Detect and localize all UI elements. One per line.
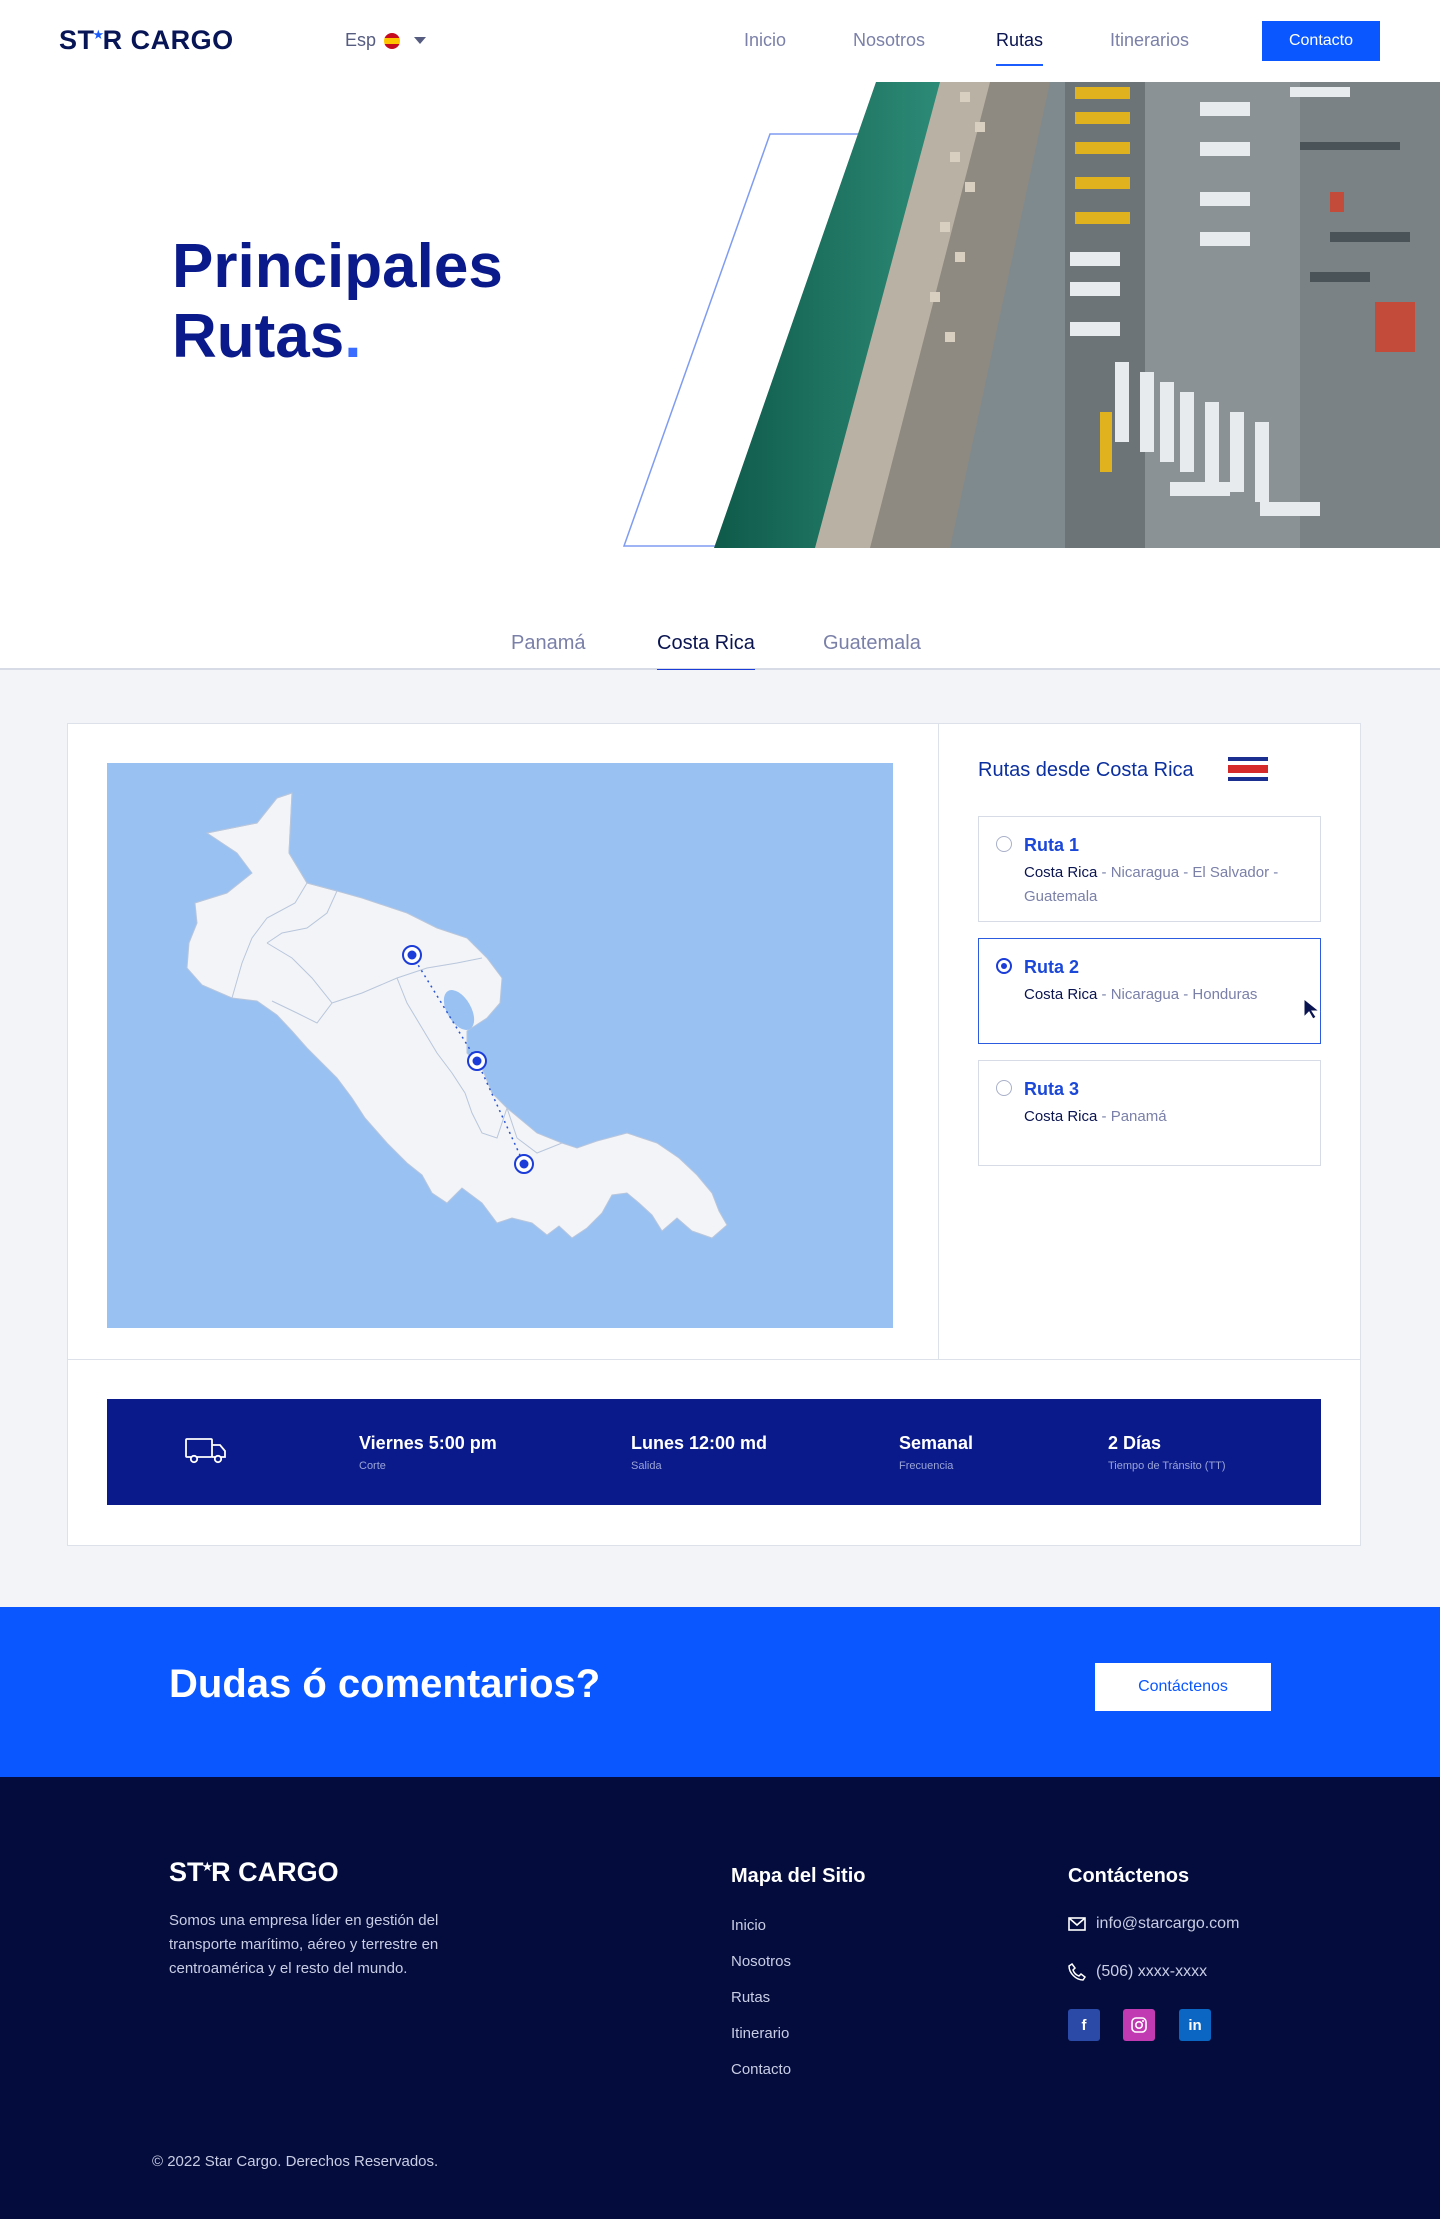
costa-rica-flag-icon bbox=[1228, 757, 1268, 781]
corte-label: Corte bbox=[359, 1460, 386, 1472]
card-divider-horizontal bbox=[67, 1359, 1361, 1360]
spain-flag-icon bbox=[384, 32, 401, 49]
route-path: Costa Rica - Nicaragua - Honduras bbox=[1024, 986, 1258, 1003]
route-option-1[interactable]: Ruta 1 Costa Rica - Nicaragua - El Salva… bbox=[978, 816, 1321, 922]
language-selector[interactable]: Esp bbox=[345, 30, 427, 51]
footer: ST★R CARGO Somos una empresa líder en ge… bbox=[0, 1777, 1440, 2219]
nav-item-inicio[interactable]: Inicio bbox=[744, 30, 786, 51]
mail-icon bbox=[1068, 1917, 1086, 1931]
contact-button[interactable]: Contacto bbox=[1262, 21, 1380, 61]
port-aerial-photo bbox=[714, 82, 1440, 548]
top-navigation: ST★R CARGO Esp Inicio Nosotros Rutas Iti… bbox=[0, 0, 1440, 82]
nav-item-nosotros[interactable]: Nosotros bbox=[853, 30, 925, 51]
phone-icon bbox=[1068, 1963, 1086, 1981]
map-marker-honduras bbox=[402, 945, 422, 965]
country-tabs: Panamá Costa Rica Guatemala bbox=[0, 548, 1440, 671]
map-marker-nicaragua bbox=[467, 1051, 487, 1071]
chevron-down-icon bbox=[414, 37, 427, 44]
email-text: info@starcargo.com bbox=[1096, 1915, 1240, 1932]
corte-value: Viernes 5:00 pm bbox=[359, 1433, 497, 1453]
language-label: Esp bbox=[345, 30, 377, 50]
route-radio-selected[interactable] bbox=[996, 958, 1012, 974]
card-divider-vertical bbox=[938, 723, 939, 1360]
footer-logo[interactable]: ST★R CARGO bbox=[169, 1857, 339, 1888]
nav-item-itinerarios[interactable]: Itinerarios bbox=[1110, 30, 1189, 51]
salida-value: Lunes 12:00 md bbox=[631, 1433, 768, 1453]
tab-panama[interactable]: Panamá bbox=[511, 632, 586, 655]
route-radio[interactable] bbox=[996, 836, 1012, 852]
footer-link-rutas[interactable]: Rutas bbox=[731, 1989, 770, 2006]
map-marker-costa-rica bbox=[514, 1154, 534, 1174]
frecuencia-label: Frecuencia bbox=[899, 1460, 954, 1472]
hero-section: Principales Rutas. bbox=[0, 82, 1440, 548]
nav-item-rutas[interactable]: Rutas bbox=[996, 30, 1044, 66]
route-option-2[interactable]: Ruta 2 Costa Rica - Nicaragua - Honduras bbox=[978, 938, 1321, 1044]
cta-contact-button[interactable]: Contáctenos bbox=[1095, 1663, 1271, 1711]
route-name: Ruta 3 bbox=[1024, 1079, 1080, 1099]
footer-phone[interactable]: (506) xxxx-xxxx bbox=[1068, 1963, 1207, 1981]
copyright: © 2022 Star Cargo. Derechos Reservados. bbox=[152, 2153, 439, 2170]
schedule-transito: 2 Días Tiempo de Tránsito (TT) bbox=[1108, 1433, 1226, 1472]
transito-label: Tiempo de Tránsito (TT) bbox=[1108, 1460, 1226, 1472]
schedule-bar: Viernes 5:00 pm Corte Lunes 12:00 md Sal… bbox=[107, 1399, 1321, 1505]
contact-heading: Contáctenos bbox=[1068, 1865, 1190, 1887]
mouse-cursor-icon bbox=[1303, 997, 1321, 1020]
truck-icon bbox=[185, 1438, 226, 1464]
route-radio[interactable] bbox=[996, 1080, 1012, 1096]
footer-description: Somos una empresa líder en gestión del t… bbox=[169, 1912, 439, 1977]
route-name: Ruta 1 bbox=[1024, 835, 1080, 855]
facebook-icon[interactable]: f bbox=[1068, 2009, 1100, 2041]
schedule-salida: Lunes 12:00 md Salida bbox=[631, 1433, 767, 1472]
tab-guatemala[interactable]: Guatemala bbox=[823, 632, 921, 655]
schedule-corte: Viernes 5:00 pm Corte bbox=[359, 1433, 497, 1472]
instagram-icon[interactable] bbox=[1123, 2009, 1155, 2041]
footer-link-nosotros[interactable]: Nosotros bbox=[731, 1953, 791, 1970]
footer-email[interactable]: info@starcargo.com bbox=[1068, 1915, 1239, 1933]
sitemap-heading: Mapa del Sitio bbox=[731, 1865, 866, 1887]
routes-panel-title: Rutas desde Costa Rica bbox=[978, 759, 1194, 781]
route-path: Costa Rica - Nicaragua - El Salvador - G… bbox=[1024, 864, 1279, 905]
linkedin-icon[interactable]: in bbox=[1179, 2009, 1211, 2041]
frecuencia-value: Semanal bbox=[899, 1433, 974, 1453]
schedule-frecuencia: Semanal Frecuencia bbox=[899, 1433, 973, 1472]
central-america-map[interactable] bbox=[107, 763, 893, 1328]
cta-banner: Dudas ó comentarios? Contáctenos bbox=[0, 1607, 1440, 1777]
salida-label: Salida bbox=[631, 1460, 662, 1472]
cta-title: Dudas ó comentarios? bbox=[169, 1662, 601, 1706]
transito-value: 2 Días bbox=[1108, 1433, 1162, 1453]
route-option-3[interactable]: Ruta 3 Costa Rica - Panamá bbox=[978, 1060, 1321, 1166]
route-name: Ruta 2 bbox=[1024, 957, 1080, 977]
footer-link-contacto[interactable]: Contacto bbox=[731, 2061, 791, 2078]
footer-link-inicio[interactable]: Inicio bbox=[731, 1917, 766, 1934]
route-path: Costa Rica - Panamá bbox=[1024, 1108, 1167, 1125]
phone-text: (506) xxxx-xxxx bbox=[1096, 1963, 1208, 1980]
logo[interactable]: ST★R CARGO bbox=[59, 25, 234, 56]
tab-costa-rica[interactable]: Costa Rica bbox=[657, 632, 755, 671]
footer-link-itinerario[interactable]: Itinerario bbox=[731, 2025, 789, 2042]
